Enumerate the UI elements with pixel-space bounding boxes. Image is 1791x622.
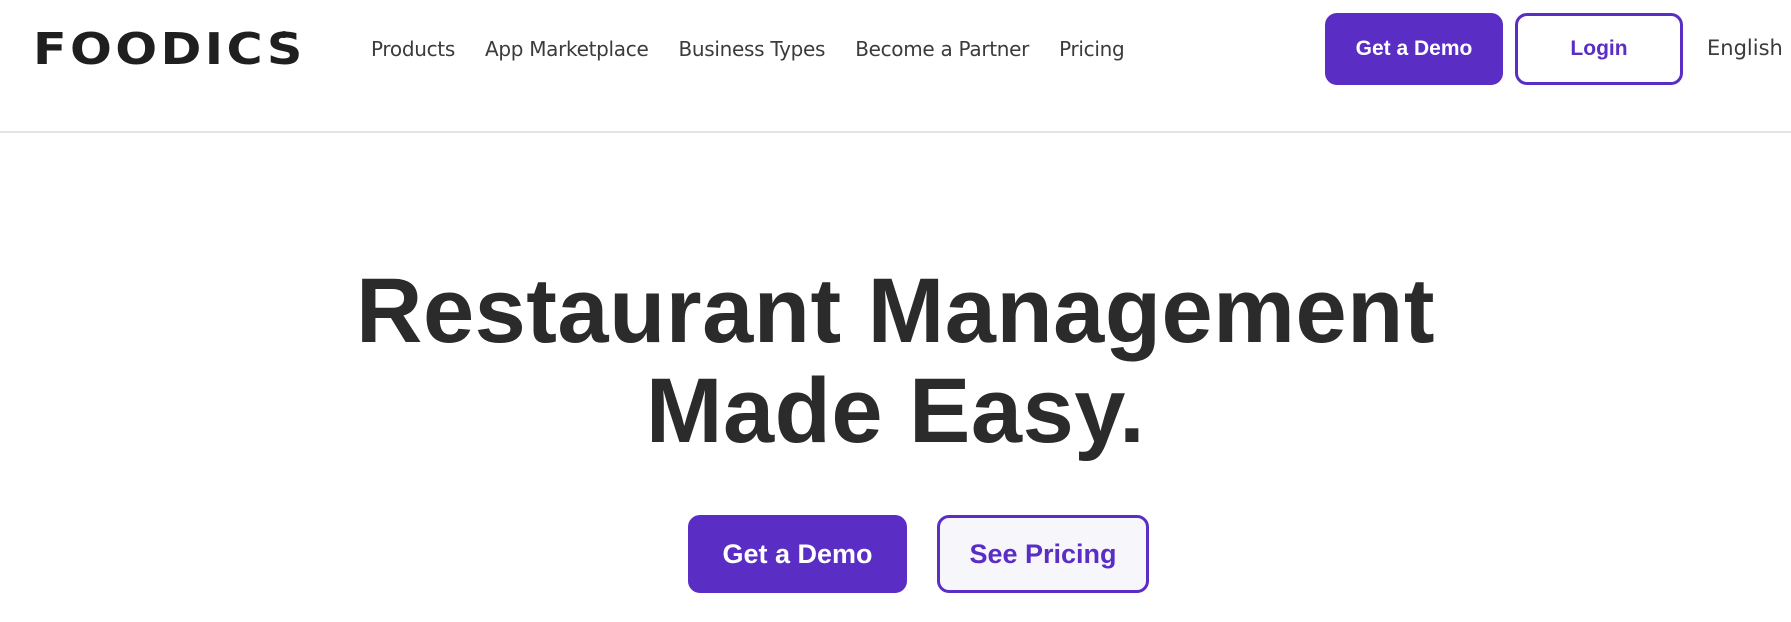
nav-products[interactable]: Products xyxy=(371,37,455,61)
hero-section: Restaurant Management Made Easy. Get a D… xyxy=(0,133,1791,622)
logo-wordmark: FOODICS xyxy=(33,24,306,75)
nav-app-marketplace[interactable]: App Marketplace xyxy=(485,37,649,61)
hero-actions: Get a Demo See Pricing xyxy=(688,515,1149,593)
foodics-logo[interactable]: FOODICS ® xyxy=(33,28,302,72)
registered-mark: ® xyxy=(279,30,289,41)
login-button[interactable]: Login xyxy=(1515,13,1683,85)
main-nav: Products App Marketplace Business Types … xyxy=(371,36,1125,62)
language-selector[interactable]: English xyxy=(1707,36,1783,60)
nav-become-a-partner[interactable]: Become a Partner xyxy=(855,37,1029,61)
header-get-demo-button[interactable]: Get a Demo xyxy=(1325,13,1503,85)
nav-business-types[interactable]: Business Types xyxy=(678,37,825,61)
hero-get-demo-button[interactable]: Get a Demo xyxy=(688,515,907,593)
hero-title: Restaurant Management Made Easy. xyxy=(0,261,1791,461)
hero-title-line-1: Restaurant Management xyxy=(356,260,1435,362)
hero-title-line-2: Made Easy. xyxy=(645,360,1146,462)
hero-see-pricing-button[interactable]: See Pricing xyxy=(937,515,1149,593)
site-header: FOODICS ® Products App Marketplace Busin… xyxy=(0,0,1791,133)
nav-pricing[interactable]: Pricing xyxy=(1059,37,1125,61)
